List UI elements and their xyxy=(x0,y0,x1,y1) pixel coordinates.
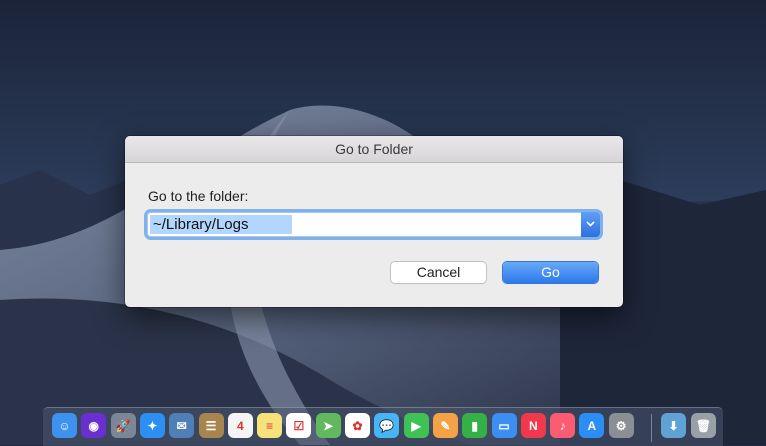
dialog-title: Go to Folder xyxy=(125,136,623,163)
chevron-down-icon xyxy=(586,221,595,227)
system-preferences-icon[interactable]: ⚙ xyxy=(608,413,634,438)
cancel-button[interactable]: Cancel xyxy=(391,262,486,283)
safari-icon[interactable]: ✦ xyxy=(139,413,165,438)
contacts-icon[interactable]: ☰ xyxy=(198,413,224,438)
downloads-folder-icon[interactable]: ⬇ xyxy=(661,413,686,438)
dock-separator xyxy=(651,414,652,442)
keynote-icon[interactable]: ▭ xyxy=(491,413,517,438)
launchpad-icon[interactable]: 🚀 xyxy=(110,413,136,438)
siri-icon[interactable]: ◉ xyxy=(81,413,107,438)
notes-icon[interactable]: ≡ xyxy=(257,413,283,438)
dock: ☺ ◉ 🚀 ✦ ✉ ☰ 4 ≡ ☑ ➤ ✿ 💬 ▶ ✎ ▮ ▭ N ♪ A ⚙ ⬇ 🗑 xyxy=(43,407,723,446)
news-icon[interactable]: N xyxy=(520,413,546,438)
pages-icon[interactable]: ✎ xyxy=(432,413,458,438)
trash-icon[interactable]: 🗑 xyxy=(691,413,716,438)
maps-icon[interactable]: ➤ xyxy=(315,413,341,438)
folder-path-input[interactable] xyxy=(150,215,292,234)
finder-icon[interactable]: ☺ xyxy=(52,413,77,438)
app-store-icon[interactable]: A xyxy=(579,413,605,438)
calendar-icon[interactable]: 4 xyxy=(227,413,253,438)
photos-icon[interactable]: ✿ xyxy=(345,413,370,438)
music-icon[interactable]: ♪ xyxy=(550,413,576,438)
reminders-icon[interactable]: ☑ xyxy=(286,413,312,438)
numbers-icon[interactable]: ▮ xyxy=(462,413,488,438)
folder-prompt-label: Go to the folder: xyxy=(148,188,249,204)
folder-path-combobox[interactable] xyxy=(147,212,600,237)
path-history-dropdown-button[interactable] xyxy=(581,212,600,237)
messages-icon[interactable]: 💬 xyxy=(374,413,400,438)
go-button[interactable]: Go xyxy=(503,262,598,283)
go-to-folder-dialog: Go to Folder Go to the folder: Cancel Go xyxy=(125,136,623,307)
facetime-icon[interactable]: ▶ xyxy=(403,413,429,438)
mail-icon[interactable]: ✉ xyxy=(169,413,195,438)
